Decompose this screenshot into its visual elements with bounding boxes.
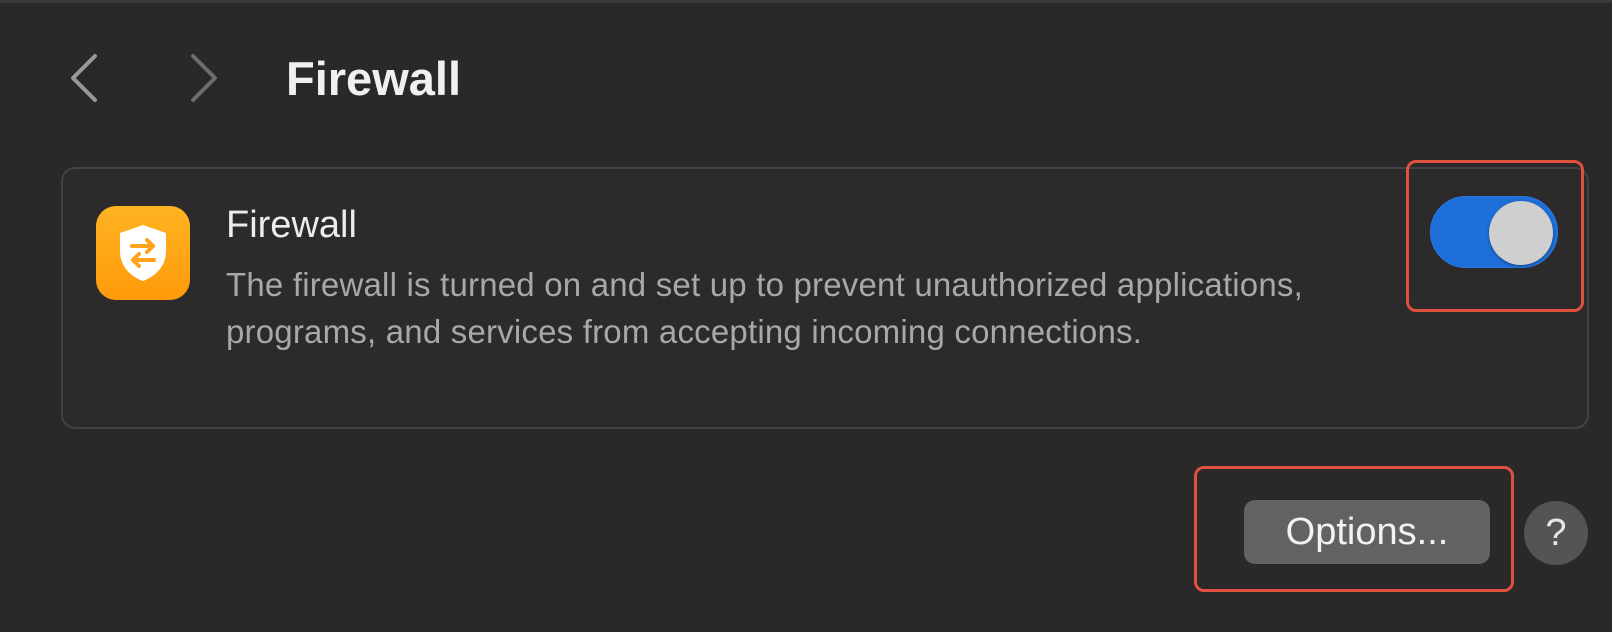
firewall-row-title: Firewall <box>226 204 357 246</box>
toggle-knob <box>1489 201 1553 265</box>
window-top-border <box>0 0 1612 3</box>
page-title: Firewall <box>286 52 462 105</box>
firewall-toggle[interactable] <box>1430 196 1558 268</box>
chevron-left-icon <box>71 54 97 102</box>
options-button[interactable]: Options... <box>1244 500 1490 564</box>
firewall-shield-icon <box>96 206 190 300</box>
firewall-description: The firewall is turned on and set up to … <box>226 266 1303 350</box>
back-button[interactable] <box>60 50 108 106</box>
help-button[interactable]: ? <box>1524 501 1588 565</box>
chevron-right-icon <box>191 54 217 102</box>
forward-button[interactable] <box>180 50 228 106</box>
